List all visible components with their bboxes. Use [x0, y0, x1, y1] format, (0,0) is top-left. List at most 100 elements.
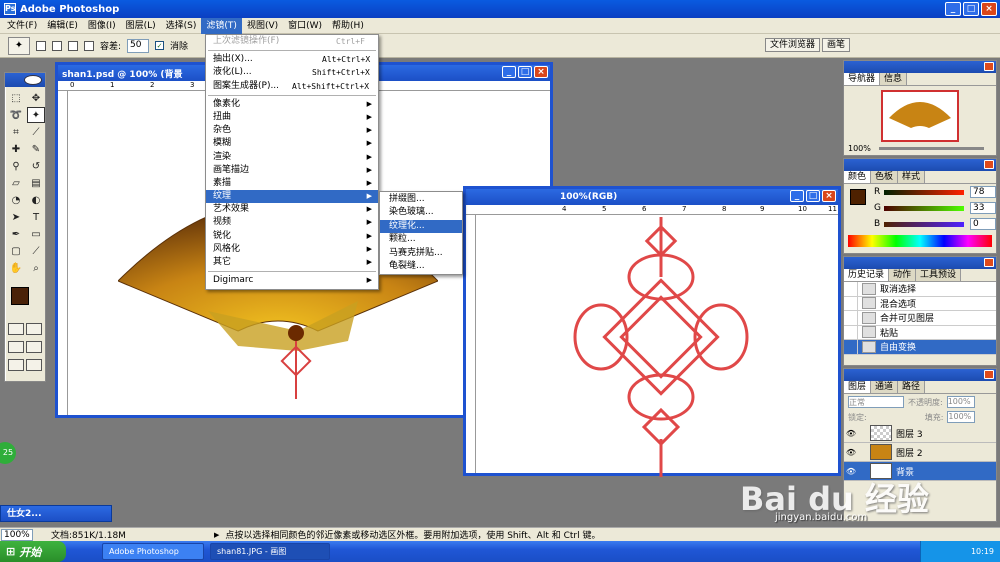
history-item[interactable]: 粘贴 — [844, 325, 996, 340]
menu-last-filter[interactable]: 上次滤镜操作(F) Ctrl+F — [206, 35, 378, 48]
menu-noise[interactable]: 杂色 ▶ — [206, 124, 378, 137]
menu-file[interactable]: 文件(F) — [2, 18, 42, 34]
intersect-selection-icon[interactable] — [84, 40, 94, 51]
tab-color[interactable]: 颜色 — [844, 171, 872, 183]
doc2-maximize-button[interactable]: □ — [806, 190, 820, 202]
magic-wand-preset-icon[interactable]: ✦ — [8, 36, 30, 55]
tolerance-input[interactable]: 50 — [127, 38, 150, 53]
slice-tool-icon[interactable]: ⟋ — [27, 124, 45, 140]
notes-tool-icon[interactable]: ▢ — [7, 243, 25, 259]
type-tool-icon[interactable]: T — [27, 209, 45, 225]
opacity-input[interactable]: 100% — [946, 396, 975, 408]
history-item[interactable]: 取消选择 — [844, 281, 996, 297]
screen-mode-2-icon[interactable] — [26, 341, 42, 353]
tab-info[interactable]: 信息 — [880, 73, 908, 85]
fill-input[interactable]: 100% — [947, 411, 976, 423]
status-doc-size[interactable]: 文档:851K/1.18M — [51, 528, 126, 541]
green-slider[interactable] — [884, 205, 964, 211]
menu-sharpen[interactable]: 锐化 ▶ — [206, 230, 378, 243]
document-window-knot[interactable]: 100%(RGB) _ □ × 4 5 6 7 8 9 10 11 — [463, 186, 841, 477]
status-arrow-icon[interactable]: ▶ — [214, 531, 219, 539]
eraser-tool-icon[interactable]: ▱ — [7, 175, 25, 191]
doc2-minimize-button[interactable]: _ — [790, 190, 804, 202]
tab-styles[interactable]: 样式 — [898, 171, 926, 183]
tab-actions[interactable]: 动作 — [889, 269, 917, 281]
pen-tool-icon[interactable]: ✒ — [7, 226, 25, 242]
clock[interactable]: 10:19 — [971, 547, 994, 556]
menu-render[interactable]: 渲染 ▶ — [206, 151, 378, 164]
menu-video[interactable]: 视频 ▶ — [206, 216, 378, 229]
subtract-selection-icon[interactable] — [68, 40, 78, 51]
layers-close-icon[interactable] — [984, 370, 994, 379]
history-item[interactable]: 合并可见图层 — [844, 310, 996, 326]
menu-layer[interactable]: 图层(L) — [121, 18, 161, 34]
submenu-stained-glass[interactable]: 染色玻璃... — [380, 206, 462, 219]
menu-view[interactable]: 视图(V) — [242, 18, 283, 34]
antialias-checkbox[interactable]: ✓ — [155, 41, 165, 50]
menu-filter[interactable]: 滤镜(T) — [201, 17, 242, 34]
screen-mode-1-icon[interactable] — [8, 341, 24, 353]
navigator-preview[interactable] — [881, 90, 959, 142]
status-zoom-input[interactable]: 100% — [1, 528, 33, 541]
color-close-icon[interactable] — [984, 160, 994, 169]
clone-stamp-icon[interactable]: ⚲ — [7, 158, 25, 174]
submenu-craquelure[interactable]: 龟裂缝... — [380, 260, 462, 273]
history-brush-icon[interactable]: ↺ — [27, 158, 45, 174]
doc-minimize-button[interactable]: _ — [502, 66, 516, 78]
lasso-tool-icon[interactable]: ➰ — [7, 107, 25, 123]
tab-layers[interactable]: 图层 — [844, 381, 872, 393]
history-item-selected[interactable]: 自由变换 — [844, 339, 996, 355]
menu-brush-strokes[interactable]: 画笔描边 ▶ — [206, 164, 378, 177]
screen-mode-3-icon[interactable] — [8, 359, 24, 371]
color-fg-swatch[interactable] — [850, 189, 866, 205]
red-value[interactable]: 78 — [970, 186, 996, 198]
color-ramp[interactable] — [848, 235, 992, 247]
standard-mode-icon[interactable] — [8, 323, 24, 335]
menu-blur[interactable]: 模糊 ▶ — [206, 137, 378, 150]
green-value[interactable]: 33 — [970, 202, 996, 214]
tab-history[interactable]: 历史记录 — [844, 269, 890, 281]
tab-paths[interactable]: 路径 — [898, 381, 926, 393]
menu-select[interactable]: 选择(S) — [161, 18, 202, 34]
task-paint[interactable]: shan81.JPG - 画图 — [210, 543, 330, 560]
maximize-button[interactable]: □ — [963, 2, 979, 16]
blue-slider[interactable] — [884, 221, 964, 227]
minimize-button[interactable]: _ — [945, 2, 961, 16]
blend-mode-select[interactable]: 正常 — [848, 396, 904, 408]
hand-tool-icon[interactable]: ✋ — [7, 260, 25, 276]
doc-maximize-button[interactable]: □ — [518, 66, 532, 78]
menu-help[interactable]: 帮助(H) — [327, 18, 369, 34]
menu-stylize[interactable]: 风格化 ▶ — [206, 243, 378, 256]
jump-to-imageready-icon[interactable] — [26, 359, 42, 371]
history-close-icon[interactable] — [984, 258, 994, 267]
layer-row[interactable]: 👁 图层 2 — [844, 443, 996, 462]
marquee-tool-icon[interactable]: ⬚ — [7, 90, 25, 106]
menu-texture[interactable]: 纹理 ▶ — [206, 190, 378, 204]
doc2-close-button[interactable]: × — [822, 190, 836, 202]
add-selection-icon[interactable] — [52, 40, 62, 51]
crop-tool-icon[interactable]: ⌗ — [7, 124, 25, 140]
submenu-mosaic-tiles[interactable]: 马赛克拼贴... — [380, 247, 462, 260]
red-slider[interactable] — [884, 189, 964, 195]
menu-extract[interactable]: 抽出(X)... Alt+Ctrl+X — [206, 53, 378, 66]
shape-tool-icon[interactable]: ▭ — [27, 226, 45, 242]
healing-brush-icon[interactable]: ✚ — [7, 141, 25, 157]
move-tool-icon[interactable]: ✥ — [27, 90, 45, 106]
menu-artistic[interactable]: 艺术效果 ▶ — [206, 203, 378, 216]
blue-value[interactable]: 0 — [970, 218, 996, 230]
menu-other[interactable]: 其它 ▶ — [206, 256, 378, 269]
gradient-tool-icon[interactable]: ▤ — [27, 175, 45, 191]
menu-digimarc[interactable]: Digimarc ▶ — [206, 274, 378, 287]
blur-tool-icon[interactable]: ◔ — [7, 192, 25, 208]
dodge-tool-icon[interactable]: ◐ — [27, 192, 45, 208]
doc-close-button[interactable]: × — [534, 66, 548, 78]
close-button[interactable]: × — [981, 2, 997, 16]
layer-row[interactable]: 👁 图层 3 — [844, 424, 996, 443]
brush-tool-icon[interactable]: ✎ — [27, 141, 45, 157]
foreground-color-swatch[interactable] — [11, 287, 29, 305]
menu-window[interactable]: 窗口(W) — [283, 18, 327, 34]
menu-sketch[interactable]: 素描 ▶ — [206, 177, 378, 190]
submenu-patchwork[interactable]: 拼缀图... — [380, 193, 462, 206]
new-selection-icon[interactable] — [36, 40, 46, 51]
menu-image[interactable]: 图像(I) — [83, 18, 121, 34]
